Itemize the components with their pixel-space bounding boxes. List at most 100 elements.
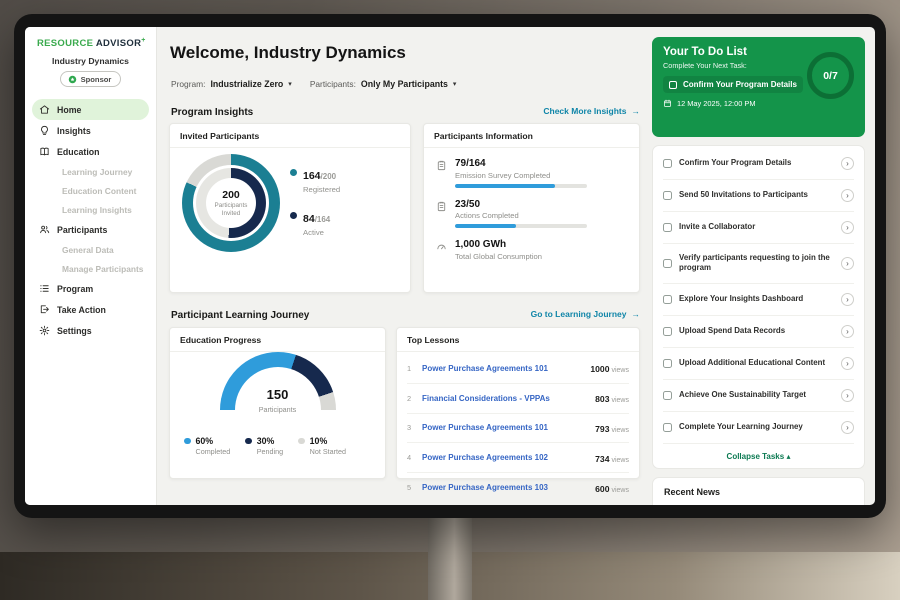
lesson-rank: 5 (407, 483, 415, 492)
chevron-right-icon[interactable]: › (841, 157, 854, 170)
sidebar-item-program[interactable]: Program (25, 278, 156, 299)
views-label: views (611, 367, 629, 374)
sidebar-item-manage-participants[interactable]: Manage Participants (25, 259, 156, 278)
legend-label: Registered (303, 185, 340, 194)
views-label: views (611, 397, 629, 404)
task-row[interactable]: Achieve One Sustainability Target › (663, 380, 854, 412)
participants-value: Only My Participants (361, 79, 448, 89)
task-checkbox[interactable] (663, 391, 672, 400)
sponsor-badge: Sponsor (60, 71, 122, 87)
progress-bar (455, 184, 587, 188)
chevron-right-icon[interactable]: › (841, 221, 854, 234)
task-label: Invite a Collaborator (679, 222, 834, 232)
views-label: views (611, 487, 629, 494)
education-legend: 60% Completed 30% Pending 10% (184, 436, 346, 456)
task-row[interactable]: Explore Your Insights Dashboard › (663, 284, 854, 316)
sidebar-item-education[interactable]: Education (25, 141, 156, 162)
task-checkbox[interactable] (663, 359, 672, 368)
chevron-right-icon[interactable]: › (841, 389, 854, 402)
sidebar-item-education-content[interactable]: Education Content (25, 181, 156, 200)
top-lessons-card: Top Lessons 1 Power Purchase Agreements … (396, 327, 640, 479)
participants-select[interactable]: Participants: Only My Participants ▾ (310, 79, 457, 89)
chevron-down-icon: ▾ (288, 80, 292, 88)
card-title: Education Progress (170, 328, 385, 352)
chevron-right-icon[interactable]: › (841, 325, 854, 338)
task-row[interactable]: Confirm Your Program Details › (663, 148, 854, 180)
sidebar-item-take-action[interactable]: Take Action (25, 299, 156, 320)
stat-value: 23/50 (455, 199, 587, 210)
chevron-right-icon[interactable]: › (841, 293, 854, 306)
legend-item: 84/164 Active (290, 209, 340, 237)
donut-center: 200 Participants Invited (206, 178, 256, 228)
lesson-row: 1 Power Purchase Agreements 101 1000view… (407, 354, 629, 384)
task-checkbox[interactable] (663, 223, 672, 232)
app-logo: RESOURCE ADVISOR+ (25, 27, 156, 49)
program-value: Industrialize Zero (210, 79, 283, 89)
chevron-right-icon[interactable]: › (841, 357, 854, 370)
list-icon (39, 283, 50, 294)
collapse-label: Collapse Tasks (727, 452, 785, 461)
nav-label: Settings (57, 326, 92, 336)
nav-label: Home (57, 105, 81, 115)
lesson-link[interactable]: Power Purchase Agreements 101 (422, 423, 588, 432)
lesson-row: 2 Financial Considerations - VPPAs 803vi… (407, 384, 629, 414)
chevron-right-icon[interactable]: › (841, 189, 854, 202)
program-label: Program: (171, 79, 205, 89)
lesson-rank: 1 (407, 364, 415, 373)
sidebar-item-learning-insights[interactable]: Learning Insights (25, 200, 156, 219)
todo-tasks-card: Confirm Your Program Details › Send 50 I… (652, 145, 865, 469)
check-more-insights-link[interactable]: Check More Insights → (543, 106, 640, 116)
task-checkbox[interactable] (663, 295, 672, 304)
sponsor-label: Sponsor (81, 75, 112, 84)
sidebar-item-learning-journey[interactable]: Learning Journey (25, 162, 156, 181)
link-text: Go to Learning Journey (531, 309, 627, 319)
lesson-link[interactable]: Power Purchase Agreements 101 (422, 364, 583, 373)
meter-icon (436, 241, 447, 252)
task-checkbox[interactable] (663, 259, 672, 268)
task-label: Confirm Your Program Details (679, 158, 834, 168)
lesson-rank: 4 (407, 453, 415, 462)
task-checkbox[interactable] (663, 327, 672, 336)
sidebar-item-settings[interactable]: Settings (25, 320, 156, 341)
task-row[interactable]: Invite a Collaborator › (663, 212, 854, 244)
participants-information-card: Participants Information 79/164 Emission… (423, 123, 640, 293)
legend-label: Completed (196, 447, 231, 456)
invited-legend: 164/200 Registered 84/164 Active (290, 166, 340, 237)
sidebar-item-insights[interactable]: Insights (25, 120, 156, 141)
legend-label: Active (303, 228, 330, 237)
task-checkbox[interactable] (669, 81, 677, 89)
sidebar-nav: Home Insights Education Learning Journey… (25, 99, 156, 341)
lessons-list: 1 Power Purchase Agreements 101 1000view… (397, 352, 639, 502)
sidebar-item-participants[interactable]: Participants (25, 219, 156, 240)
legend-percent: 30% (257, 436, 275, 446)
chevron-right-icon[interactable]: › (841, 421, 854, 434)
next-task-row[interactable]: Confirm Your Program Details (663, 76, 803, 93)
task-row[interactable]: Upload Additional Educational Content › (663, 348, 854, 380)
sidebar-item-general-data[interactable]: General Data (25, 240, 156, 259)
task-label: Complete Your Learning Journey (679, 422, 834, 432)
collapse-tasks-link[interactable]: Collapse Tasks ▴ (663, 444, 854, 467)
lesson-link[interactable]: Power Purchase Agreements 102 (422, 453, 588, 462)
lesson-views: 793views (595, 419, 629, 437)
clipboard-icon (436, 160, 447, 171)
progress-bar (455, 224, 587, 228)
program-select[interactable]: Program: Industrialize Zero ▾ (171, 79, 292, 89)
task-row[interactable]: Verify participants requesting to join t… (663, 244, 854, 284)
sidebar-item-home[interactable]: Home (32, 99, 149, 120)
chevron-right-icon[interactable]: › (841, 257, 854, 270)
calendar-icon (663, 99, 672, 108)
go-to-learning-journey-link[interactable]: Go to Learning Journey → (531, 309, 640, 319)
task-checkbox[interactable] (663, 423, 672, 432)
views-label: views (611, 457, 629, 464)
lesson-link[interactable]: Power Purchase Agreements 103 (422, 483, 588, 492)
lesson-link[interactable]: Financial Considerations - VPPAs (422, 394, 588, 403)
task-checkbox[interactable] (663, 191, 672, 200)
donut-center-label: Participants Invited (211, 202, 251, 216)
task-checkbox[interactable] (663, 159, 672, 168)
task-row[interactable]: Upload Spend Data Records › (663, 316, 854, 348)
task-row[interactable]: Complete Your Learning Journey › (663, 412, 854, 444)
legend-percent: 10% (310, 436, 328, 446)
task-label: Achieve One Sustainability Target (679, 390, 834, 400)
task-row[interactable]: Send 50 Invitations to Participants › (663, 180, 854, 212)
monitor-bezel: RESOURCE ADVISOR+ Industry Dynamics Spon… (14, 14, 886, 518)
